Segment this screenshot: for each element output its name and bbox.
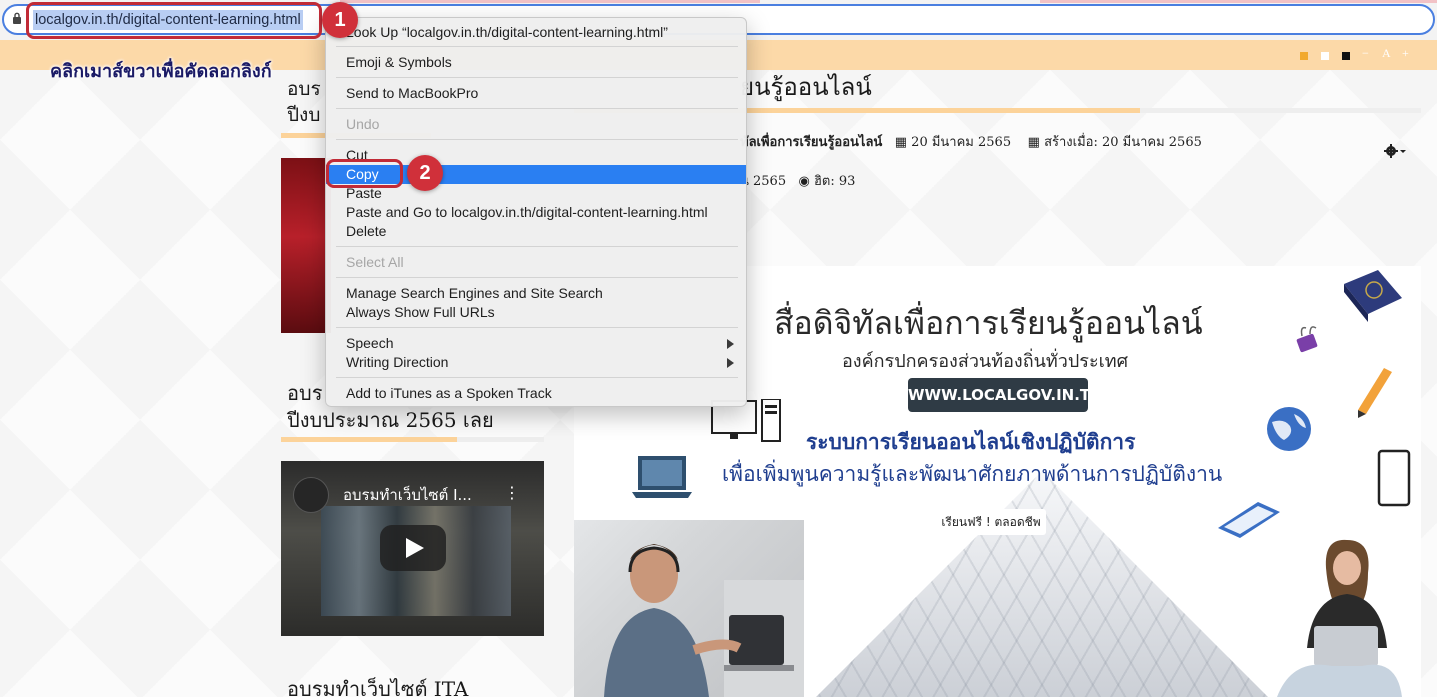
tablet-icon xyxy=(1218,502,1280,538)
menu-item-look-up[interactable]: Look Up “localgov.in.th/digital-content-… xyxy=(326,23,746,42)
step-badge-2: 2 xyxy=(407,155,443,191)
font-increase-button[interactable]: + xyxy=(1402,46,1409,61)
lock-icon xyxy=(13,12,21,24)
menu-item-send-to-device[interactable]: Send to MacBookPro xyxy=(326,84,746,103)
menu-item-undo: Undo xyxy=(346,116,380,132)
article-category[interactable]: ทัลเพื่อการเรียนรู้ออนไลน์ xyxy=(740,135,882,150)
banner-title: สื่อดิจิทัลเพื่อการเรียนรู้ออนไลน์ xyxy=(774,304,1203,342)
theme-white-swatch[interactable] xyxy=(1321,52,1329,60)
article-meta: ทัลเพื่อการเรียนรู้ออนไลน์ ▦ 20 มีนาคม 2… xyxy=(740,133,1202,153)
menu-divider xyxy=(336,377,738,378)
pencil-icon xyxy=(1358,368,1392,418)
banner-headline: ระบบการเรียนออนไลน์เชิงปฏิบัติการ xyxy=(806,430,1136,454)
menu-item-speech[interactable]: Speech xyxy=(326,334,746,353)
menu-item-writing-direction[interactable]: Writing Direction xyxy=(326,353,746,372)
channel-logo[interactable] xyxy=(293,477,329,513)
eye-icon: ◉ xyxy=(798,174,810,189)
sidebar-article-title[interactable]: อบรมทำเว็บไซต์ ITA xyxy=(287,676,468,697)
menu-item-label: Writing Direction xyxy=(346,354,449,370)
menu-item-add-to-itunes[interactable]: Add to iTunes as a Spoken Track xyxy=(326,384,746,403)
menu-divider xyxy=(336,327,738,328)
created-date: สร้างเมื่อ: 20 มีนาคม 2565 xyxy=(1044,135,1202,150)
sidebar-article-title[interactable]: อบร ปีงบ xyxy=(287,76,321,128)
calendar-icon: ▦ xyxy=(1027,135,1040,150)
menu-divider xyxy=(336,277,738,278)
calendar-icon: ▦ xyxy=(894,135,908,150)
theme-orange-swatch[interactable] xyxy=(1300,52,1308,60)
published-date: 20 มีนาคม 2565 xyxy=(911,135,1012,150)
building-graphic xyxy=(802,471,1282,697)
title-underline xyxy=(281,437,544,442)
binder-clip-icon xyxy=(1296,326,1318,353)
menu-item-always-show-full-urls[interactable]: Always Show Full URLs xyxy=(326,303,746,322)
sidebar-title-line: อบร xyxy=(287,78,321,100)
context-menu: Look Up “localgov.in.th/digital-content-… xyxy=(325,17,747,407)
sidebar-title-line: ปีงบประมาณ 2565 เลย xyxy=(287,408,494,432)
woman-with-laptop-photo xyxy=(1272,528,1402,697)
menu-item-manage-search-engines[interactable]: Manage Search Engines and Site Search xyxy=(326,284,746,303)
copy-highlight-box xyxy=(326,159,403,188)
banner-subtitle: องค์กรปกครองส่วนท้องถิ่นทั่วประเทศ xyxy=(842,351,1129,372)
tab-strip-accent xyxy=(340,0,760,3)
submenu-arrow-icon xyxy=(727,339,734,349)
hits-count: ฮิต: 93 xyxy=(814,174,856,189)
menu-item-paste-and-go[interactable]: Paste and Go to localgov.in.th/digital-c… xyxy=(326,203,746,222)
book-icon xyxy=(1344,270,1402,322)
step-badge-1: 1 xyxy=(322,2,358,38)
font-decrease-button[interactable]: − xyxy=(1362,46,1369,61)
banner-url-badge: WWW.LOCALGOV.IN.TH xyxy=(908,378,1103,412)
gear-icon[interactable] xyxy=(1383,141,1409,161)
menu-divider xyxy=(336,46,738,47)
article-title: ยนรู้ออนไลน์ xyxy=(740,73,872,101)
banner-tagline: เพื่อเพิ่มพูนความรู้และพัฒนาศักยภาพด้านก… xyxy=(722,462,1223,486)
menu-divider xyxy=(336,246,738,247)
menu-item-emoji-symbols[interactable]: Emoji & Symbols xyxy=(326,53,746,72)
menu-divider xyxy=(336,108,738,109)
menu-divider xyxy=(336,139,738,140)
laptop-icon xyxy=(632,456,692,498)
menu-item-select-all: Select All xyxy=(346,254,404,270)
tab-strip-accent xyxy=(1040,0,1437,3)
man-with-headset-photo xyxy=(574,520,804,697)
more-vert-icon[interactable]: ⋮ xyxy=(504,483,520,503)
article-meta-2: น 2565 ◉ ฮิต: 93 xyxy=(740,172,855,192)
menu-item-delete[interactable]: Delete xyxy=(326,222,746,241)
menu-item-label: Speech xyxy=(346,335,394,351)
play-icon[interactable] xyxy=(380,525,446,571)
sidebar-title-line: ปีงบ xyxy=(287,104,321,126)
font-reset-button[interactable]: A xyxy=(1382,46,1391,61)
submenu-arrow-icon xyxy=(727,358,734,368)
video-title[interactable]: อบรมทำเว็บไซต์ I... xyxy=(343,483,472,507)
theme-black-swatch[interactable] xyxy=(1342,52,1350,60)
sidebar-video-thumbnail[interactable] xyxy=(281,158,331,333)
menu-divider xyxy=(336,77,738,78)
url-highlight-box xyxy=(26,2,322,39)
banner-free-label: เรียนฟรี ! ตลอดชีพ xyxy=(936,509,1046,535)
youtube-video-embed[interactable]: อบรมทำเว็บไซต์ I... ⋮ xyxy=(281,461,544,636)
instruction-caption: คลิกเมาส์ขวาเพื่อคัดลอกลิงก์ xyxy=(50,61,272,82)
globe-icon xyxy=(1267,407,1311,451)
smartphone-icon xyxy=(1377,449,1411,507)
